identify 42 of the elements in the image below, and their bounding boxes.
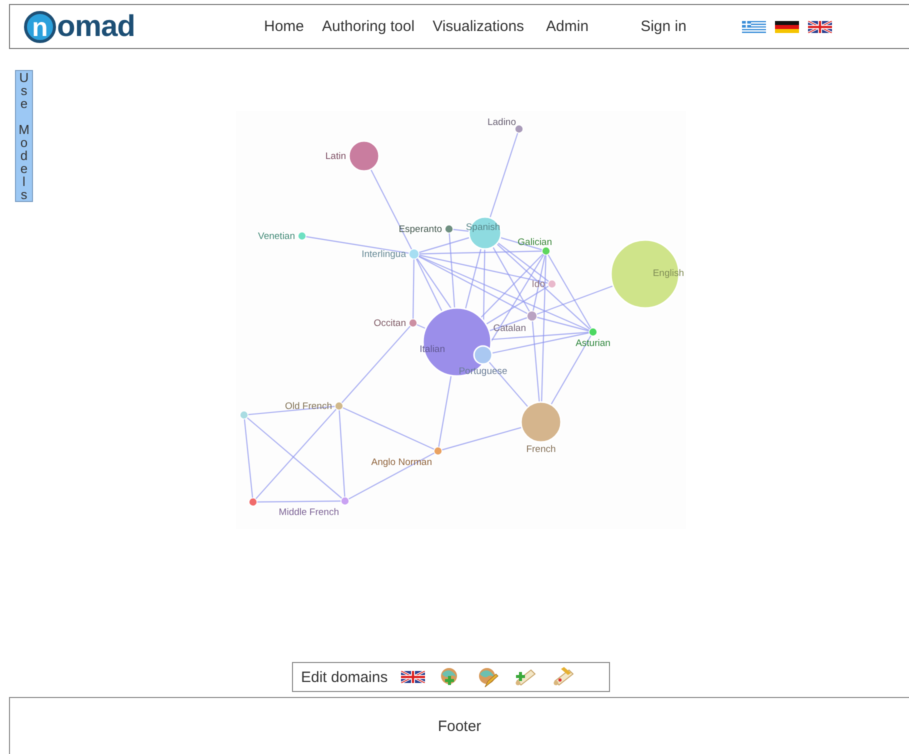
node-label: Catalan <box>493 323 526 334</box>
node-label: Occitan <box>374 318 406 329</box>
graph-node[interactable] <box>408 248 420 260</box>
footer-text: Footer <box>438 718 482 734</box>
graph-node[interactable] <box>520 401 562 443</box>
nav-link[interactable]: Authoring tool <box>322 18 415 35</box>
nav-link[interactable]: Home <box>264 18 304 35</box>
graph-node[interactable] <box>248 498 258 506</box>
node-label: Asturian <box>576 338 610 349</box>
graph-node[interactable] <box>408 318 418 328</box>
graph-node[interactable] <box>298 232 306 240</box>
node-label: Esperanto <box>398 224 442 235</box>
graph-node[interactable] <box>444 224 454 234</box>
node-label: Anglo Norman <box>371 457 432 468</box>
node-label: Interlingua <box>362 249 406 260</box>
graph-node[interactable] <box>548 280 556 288</box>
graph-node[interactable] <box>514 124 524 134</box>
nav-link[interactable]: Admin <box>546 18 589 35</box>
node-label: Galician <box>518 237 552 248</box>
node-label: Venetian <box>258 231 295 242</box>
sign-in-link[interactable]: Sign in <box>640 18 686 35</box>
use-models-tab[interactable]: Use Models <box>15 70 33 202</box>
node-label: Old French <box>285 401 332 412</box>
graph-node[interactable] <box>473 345 493 365</box>
graph-node[interactable] <box>588 328 598 336</box>
flag-icon[interactable] <box>400 671 425 683</box>
node-label: Middle French <box>278 507 339 518</box>
graph-node[interactable] <box>240 410 248 420</box>
graph-node[interactable] <box>348 140 380 172</box>
node-label: French <box>526 444 556 455</box>
flag-icon[interactable] <box>808 20 832 32</box>
edit-domains-label: Edit domains <box>301 668 388 686</box>
graph-node[interactable] <box>434 446 442 456</box>
graph-node[interactable] <box>334 402 344 410</box>
nav-link[interactable]: Visualizations <box>432 18 524 35</box>
node-label: Latin <box>325 151 346 162</box>
graph-node[interactable] <box>340 496 350 506</box>
graph-node[interactable] <box>542 246 550 256</box>
nomad-logo[interactable]: n omad <box>24 10 264 42</box>
node-label: Ladino <box>487 117 516 128</box>
flag-icon[interactable] <box>775 20 800 32</box>
graph-node[interactable] <box>526 310 538 322</box>
